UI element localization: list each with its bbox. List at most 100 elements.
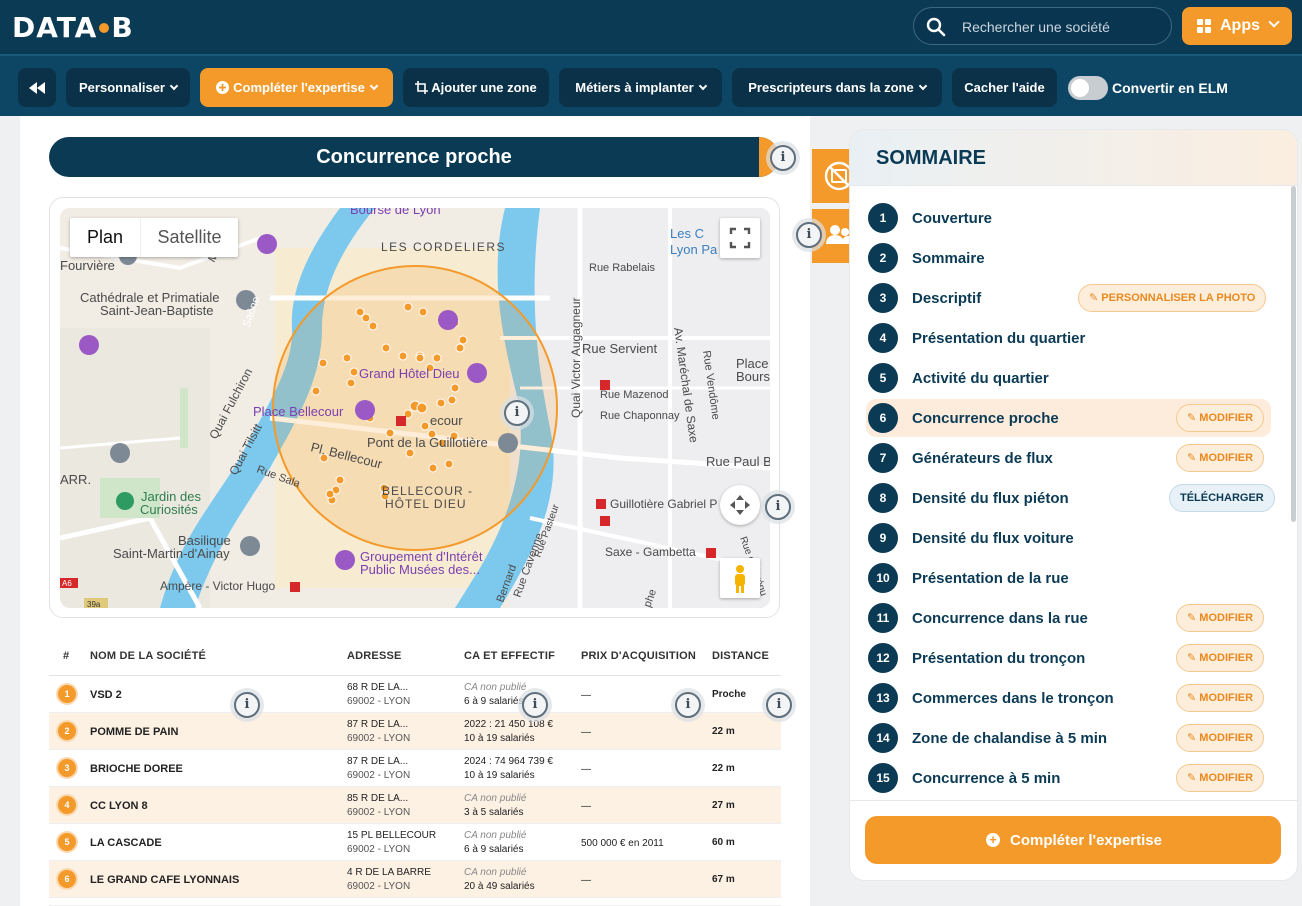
table-row[interactable]: 4 CC LYON 8 85 R DE LA... 69002 - LYON C… bbox=[49, 787, 781, 824]
item-label: Zone de chalandise à 5 min bbox=[912, 730, 1108, 747]
fullscreen-button[interactable] bbox=[720, 218, 760, 258]
info-icon[interactable]: i bbox=[234, 692, 260, 718]
fullscreen-icon bbox=[729, 227, 751, 249]
sommaire-item[interactable]: 14 Zone de chalandise à 5 min ✎ MODIFIER bbox=[866, 719, 1271, 757]
sommaire-item-active[interactable]: 6 Concurrence proche ✎ MODIFIER bbox=[866, 399, 1271, 437]
sommaire-item[interactable]: 3 Descriptif ✎ PERSONNALISER LA PHOTO bbox=[866, 279, 1271, 317]
map-camera-control[interactable] bbox=[720, 485, 760, 525]
svg-text:Rue Paul Be: Rue Paul Be bbox=[706, 454, 770, 469]
modifier-button[interactable]: ✎ MODIFIER bbox=[1176, 604, 1265, 632]
chevron-down-icon bbox=[369, 81, 379, 90]
item-number: 2 bbox=[868, 243, 898, 273]
item-number: 1 bbox=[868, 203, 898, 233]
info-icon[interactable]: i bbox=[766, 692, 792, 718]
info-icon[interactable]: i bbox=[504, 400, 530, 426]
apps-label: Apps bbox=[1220, 17, 1260, 34]
modifier-button[interactable]: ✎ MODIFIER bbox=[1176, 684, 1265, 712]
info-icon[interactable]: i bbox=[796, 222, 822, 248]
sommaire-item[interactable]: 8 Densité du flux piéton TÉLÉCHARGER bbox=[866, 479, 1275, 517]
personnaliser-photo-button[interactable]: ✎ PERSONNALISER LA PHOTO bbox=[1078, 284, 1267, 312]
svg-text:Rue Servient: Rue Servient bbox=[582, 341, 658, 356]
ajouter-zone-button[interactable]: Ajouter une zone bbox=[403, 68, 549, 107]
modifier-button[interactable]: ✎ MODIFIER bbox=[1176, 724, 1265, 752]
postal-city: 69002 - LYON bbox=[347, 696, 411, 707]
sommaire-scrollbar[interactable] bbox=[1291, 186, 1296, 522]
info-icon[interactable]: i bbox=[522, 692, 548, 718]
svg-text:Place Bellecour: Place Bellecour bbox=[253, 404, 344, 419]
acquisition-price: — bbox=[581, 764, 591, 775]
item-label: Commerces dans le tronçon bbox=[912, 690, 1114, 707]
completer-expertise-button[interactable]: + Compléter l'expertise bbox=[865, 816, 1281, 864]
item-label: Couverture bbox=[912, 210, 993, 227]
report-toolbar: Personnaliser Compléter l'expertise Ajou… bbox=[0, 54, 1302, 116]
cacher-aide-button[interactable]: Cacher l'aide bbox=[952, 68, 1057, 107]
svg-text:Grand Hôtel Dieu: Grand Hôtel Dieu bbox=[359, 366, 459, 381]
collapse-panel-button[interactable] bbox=[18, 68, 56, 107]
tab-plan[interactable]: Plan bbox=[70, 218, 140, 257]
sommaire-item[interactable]: 5 Activité du quartier bbox=[866, 359, 1271, 397]
sommaire-item[interactable]: 9 Densité du flux voiture bbox=[866, 519, 1271, 557]
personnaliser-dropdown[interactable]: Personnaliser bbox=[66, 68, 190, 107]
convertir-elm-toggle[interactable] bbox=[1068, 76, 1108, 100]
item-number: 4 bbox=[868, 323, 898, 353]
sommaire-item[interactable]: 13 Commerces dans le tronçon ✎ MODIFIER bbox=[866, 679, 1271, 717]
info-icon[interactable]: i bbox=[765, 494, 791, 520]
address-line: 87 R DE LA... bbox=[347, 719, 409, 730]
company-name: BRIOCHE DOREE bbox=[90, 763, 183, 775]
svg-text:Rue Mazenod: Rue Mazenod bbox=[600, 389, 669, 401]
telecharger-button[interactable]: TÉLÉCHARGER bbox=[1169, 484, 1275, 512]
sommaire-item[interactable]: 7 Générateurs de flux ✎ MODIFIER bbox=[866, 439, 1271, 477]
svg-text:Public Musées des...: Public Musées des... bbox=[360, 562, 480, 577]
sommaire-item[interactable]: 1 Couverture bbox=[866, 199, 1271, 237]
address-line: 15 PL BELLECOUR bbox=[347, 830, 437, 841]
prescripteurs-zone-dropdown[interactable]: Prescripteurs dans la zone bbox=[732, 68, 942, 107]
revenue: CA non publié bbox=[464, 793, 527, 804]
sommaire-item[interactable]: 10 Présentation de la rue bbox=[866, 559, 1271, 597]
table-row[interactable]: 1 VSD 2 68 R DE LA... 69002 - LYON CA no… bbox=[49, 676, 781, 713]
col-header-company: NOM DE LA SOCIÉTÉ bbox=[90, 650, 207, 662]
company-name: LE GRAND CAFE LYONNAIS bbox=[90, 874, 240, 886]
table-row[interactable]: 6 LE GRAND CAFE LYONNAIS 4 R DE LA BARRE… bbox=[49, 861, 781, 898]
competition-map[interactable]: Bourse de Lyon LES CORDELIERS Cathédrale… bbox=[60, 208, 770, 608]
company-search-input[interactable]: Rechercher une société bbox=[913, 7, 1172, 45]
modifier-button[interactable]: ✎ MODIFIER bbox=[1176, 404, 1265, 432]
item-number: 14 bbox=[868, 723, 898, 753]
svg-text:Saint-Martin-d'Ainay: Saint-Martin-d'Ainay bbox=[113, 546, 230, 561]
sommaire-item[interactable]: 11 Concurrence dans la rue ✎ MODIFIER bbox=[866, 599, 1271, 637]
svg-text:Quai Victor Augagneur: Quai Victor Augagneur bbox=[569, 297, 583, 418]
headcount: 3 à 5 salariés bbox=[464, 807, 524, 818]
modifier-button[interactable]: ✎ MODIFIER bbox=[1176, 644, 1265, 672]
move-arrows-icon bbox=[730, 495, 750, 515]
sommaire-item[interactable]: 4 Présentation du quartier bbox=[866, 319, 1271, 357]
plus-circle-icon: + bbox=[986, 833, 1000, 847]
address-line: 85 R DE LA... bbox=[347, 793, 409, 804]
street-view-pegman[interactable] bbox=[720, 558, 760, 598]
apps-menu-button[interactable]: Apps bbox=[1182, 7, 1292, 45]
table-row[interactable]: 5 LA CASCADE 15 PL BELLECOUR 69002 - LYO… bbox=[49, 824, 781, 861]
modifier-button[interactable]: ✎ MODIFIER bbox=[1176, 764, 1265, 792]
sommaire-item[interactable]: 12 Présentation du tronçon ✎ MODIFIER bbox=[866, 639, 1271, 677]
col-header-distance: DISTANCE bbox=[712, 650, 770, 662]
address-line: 68 R DE LA... bbox=[347, 682, 409, 693]
modifier-button[interactable]: ✎ MODIFIER bbox=[1176, 444, 1265, 472]
item-label: Activité du quartier bbox=[912, 370, 1049, 387]
svg-text:Saint-Jean-Baptiste: Saint-Jean-Baptiste bbox=[100, 303, 213, 318]
completer-expertise-dropdown[interactable]: Compléter l'expertise bbox=[200, 68, 393, 107]
item-label: Présentation du tronçon bbox=[912, 650, 1086, 667]
info-icon[interactable]: i bbox=[675, 692, 701, 718]
info-icon[interactable]: i bbox=[770, 145, 796, 171]
sommaire-item[interactable]: 2 Sommaire bbox=[866, 239, 1271, 277]
sommaire-title: SOMMAIRE bbox=[876, 147, 986, 169]
headcount: 10 à 19 salariés bbox=[464, 733, 535, 744]
a6-shield: A6 bbox=[62, 579, 72, 588]
tab-satellite[interactable]: Satellite bbox=[140, 218, 238, 257]
item-number: 13 bbox=[868, 683, 898, 713]
metiers-implanter-dropdown[interactable]: Métiers à implanter bbox=[559, 68, 722, 107]
table-row[interactable]: 3 BRIOCHE DOREE 87 R DE LA... 69002 - LY… bbox=[49, 750, 781, 787]
sommaire-item[interactable]: 15 Concurrence à 5 min ✎ MODIFIER bbox=[866, 759, 1271, 797]
acquisition-price: — bbox=[581, 727, 591, 738]
convertir-elm-label: Convertir en ELM bbox=[1112, 80, 1228, 96]
data-b-logo[interactable]: DATA B bbox=[12, 11, 134, 44]
table-row[interactable]: 2 POMME DE PAIN 87 R DE LA... 69002 - LY… bbox=[49, 713, 781, 750]
distance: Proche bbox=[712, 689, 746, 700]
